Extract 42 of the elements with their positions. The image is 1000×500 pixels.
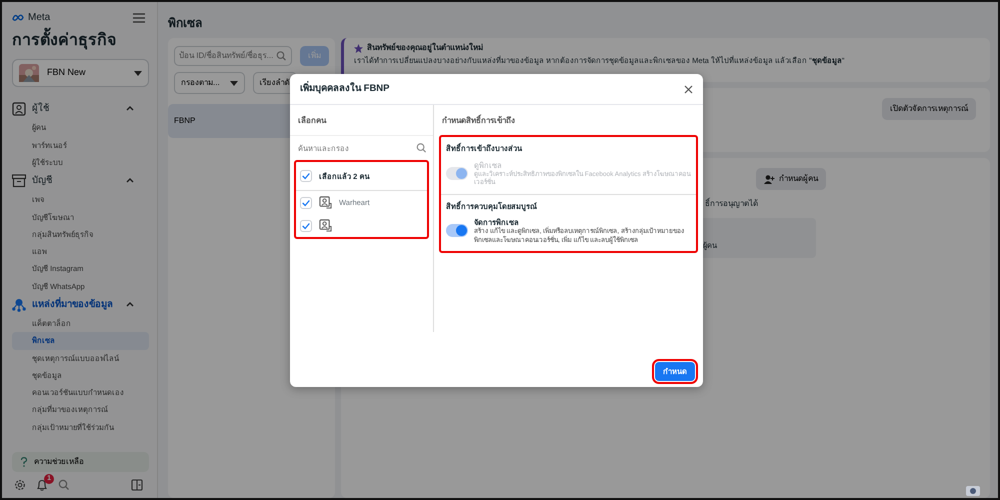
permissions-text: ธิ์การอนุญาตได้ — [705, 198, 758, 210]
check-icon — [301, 171, 311, 182]
close-icon[interactable] — [684, 84, 693, 94]
help-button[interactable]: ความช่วยเหลือ — [12, 452, 149, 472]
filter-dropdown[interactable]: กรองตาม... — [174, 72, 245, 94]
caret-icon — [134, 70, 142, 76]
panel-icon[interactable] — [131, 479, 143, 492]
person-card-icon — [319, 219, 332, 232]
check-icon — [301, 220, 311, 231]
search-icon[interactable] — [58, 479, 70, 492]
sidebar-section[interactable]: ผู้ใช้ — [12, 99, 149, 120]
account-selector[interactable]: FBN New — [12, 59, 149, 87]
sidebar-section[interactable]: แหล่งที่มาของข้อมูล — [12, 294, 149, 315]
check-icon — [301, 198, 311, 208]
checkbox[interactable] — [300, 220, 312, 232]
column-heading: เลือกคน — [297, 115, 328, 128]
page-heading: พิกเซล — [168, 15, 203, 32]
sidebar-section[interactable]: บัญชี — [12, 171, 149, 192]
dialog-title: เพิ่มบุคคลลงใน FBNP — [300, 82, 390, 96]
menu-icon[interactable] — [133, 12, 145, 22]
person-card-icon — [319, 196, 332, 210]
search-icon — [276, 50, 287, 62]
brand-name: Meta — [28, 11, 50, 25]
meta-logo-icon — [12, 14, 24, 21]
person-card-icon — [12, 102, 26, 116]
notice-title: สินทรัพย์ของคุณอยู่ในตำแหน่งใหม่ — [367, 42, 483, 54]
add-person-icon — [764, 174, 775, 184]
checkbox[interactable] — [300, 196, 312, 209]
page-title: การตั้งค่าธุรกิจ — [12, 29, 149, 53]
network-icon — [12, 298, 26, 312]
toggle-switch[interactable] — [446, 224, 468, 238]
star-icon — [354, 44, 363, 52]
event-manager-button[interactable]: เปิดตัวจัดการเหตุการณ์ — [882, 98, 976, 120]
bell-icon[interactable] — [36, 479, 48, 492]
checkbox[interactable] — [300, 170, 312, 182]
column-heading: กำหนดสิทธิ์การเข้าถึง — [441, 114, 516, 128]
assign-people-button[interactable]: กำหนดผู้คน — [756, 168, 826, 190]
search-icon — [416, 142, 427, 154]
caret-icon — [230, 80, 238, 86]
settings-icon[interactable] — [14, 479, 26, 492]
archive-box-icon — [12, 174, 26, 188]
search-field[interactable]: ป้อน ID/ชื่อสินทรัพย์/ชื่อธุร... — [174, 46, 292, 66]
